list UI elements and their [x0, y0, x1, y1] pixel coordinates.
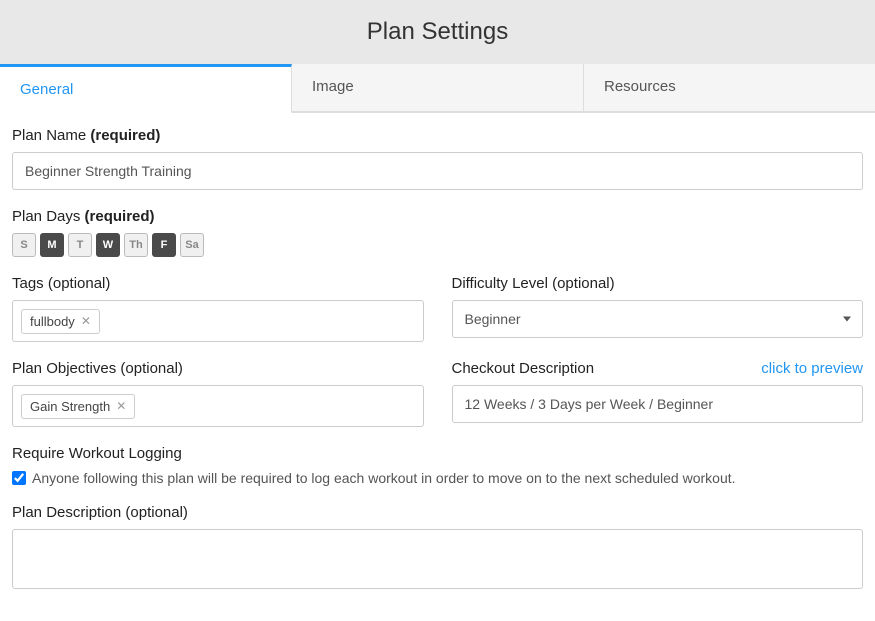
- logging-checkbox-row: Anyone following this plan will be requi…: [12, 470, 863, 486]
- page-title: Plan Settings: [0, 18, 875, 46]
- objective-remove-icon[interactable]: ✕: [116, 399, 126, 413]
- description-input[interactable]: [12, 529, 863, 589]
- objectives-label: Plan Objectives (optional): [12, 360, 424, 377]
- difficulty-select[interactable]: Beginner: [452, 300, 864, 338]
- logging-section: Require Workout Logging Anyone following…: [12, 445, 863, 486]
- day-sunday[interactable]: S: [12, 233, 36, 257]
- description-section: Plan Description (optional): [12, 504, 863, 589]
- objectives-input[interactable]: Gain Strength ✕: [12, 385, 424, 427]
- day-thursday[interactable]: Th: [124, 233, 148, 257]
- tag-chip: fullbody ✕: [21, 309, 100, 334]
- label-text: Plan Days: [12, 208, 85, 225]
- required-indicator: (required): [85, 208, 155, 225]
- tab-resources[interactable]: Resources: [584, 64, 875, 112]
- label-text: Plan Name: [12, 127, 90, 144]
- checkout-description-input[interactable]: [452, 385, 864, 423]
- checkout-section: Checkout Description click to preview: [452, 360, 864, 427]
- logging-checkbox[interactable]: [12, 471, 26, 485]
- objectives-section: Plan Objectives (optional) Gain Strength…: [12, 360, 424, 427]
- objective-chip: Gain Strength ✕: [21, 394, 135, 419]
- plan-name-section: Plan Name (required): [12, 127, 863, 190]
- difficulty-label: Difficulty Level (optional): [452, 275, 864, 292]
- tags-section: Tags (optional) fullbody ✕: [12, 275, 424, 342]
- tag-text: fullbody: [30, 314, 75, 329]
- tags-input[interactable]: fullbody ✕: [12, 300, 424, 342]
- logging-description: Anyone following this plan will be requi…: [32, 470, 736, 486]
- objective-text: Gain Strength: [30, 399, 110, 414]
- modal-header: Plan Settings: [0, 0, 875, 64]
- description-label: Plan Description (optional): [12, 504, 863, 521]
- day-wednesday[interactable]: W: [96, 233, 120, 257]
- required-indicator: (required): [90, 127, 160, 144]
- preview-link[interactable]: click to preview: [761, 360, 863, 377]
- difficulty-section: Difficulty Level (optional) Beginner: [452, 275, 864, 342]
- tabs-bar: General Image Resources: [0, 64, 875, 113]
- tab-general[interactable]: General: [0, 64, 292, 113]
- tags-difficulty-row: Tags (optional) fullbody ✕ Difficulty Le…: [12, 275, 863, 342]
- plan-name-label: Plan Name (required): [12, 127, 863, 144]
- day-tuesday[interactable]: T: [68, 233, 92, 257]
- tab-panel-general: Plan Name (required) Plan Days (required…: [0, 113, 875, 621]
- objectives-checkout-row: Plan Objectives (optional) Gain Strength…: [12, 360, 863, 427]
- day-picker: S M T W Th F Sa: [12, 233, 863, 257]
- day-friday[interactable]: F: [152, 233, 176, 257]
- logging-label: Require Workout Logging: [12, 445, 863, 462]
- plan-days-label: Plan Days (required): [12, 208, 863, 225]
- tab-image[interactable]: Image: [292, 64, 584, 112]
- tag-remove-icon[interactable]: ✕: [81, 314, 91, 328]
- checkout-label: Checkout Description: [452, 360, 595, 377]
- day-monday[interactable]: M: [40, 233, 64, 257]
- plan-name-input[interactable]: [12, 152, 863, 190]
- day-saturday[interactable]: Sa: [180, 233, 204, 257]
- difficulty-select-wrap: Beginner: [452, 300, 864, 338]
- tags-label: Tags (optional): [12, 275, 424, 292]
- plan-days-section: Plan Days (required) S M T W Th F Sa: [12, 208, 863, 257]
